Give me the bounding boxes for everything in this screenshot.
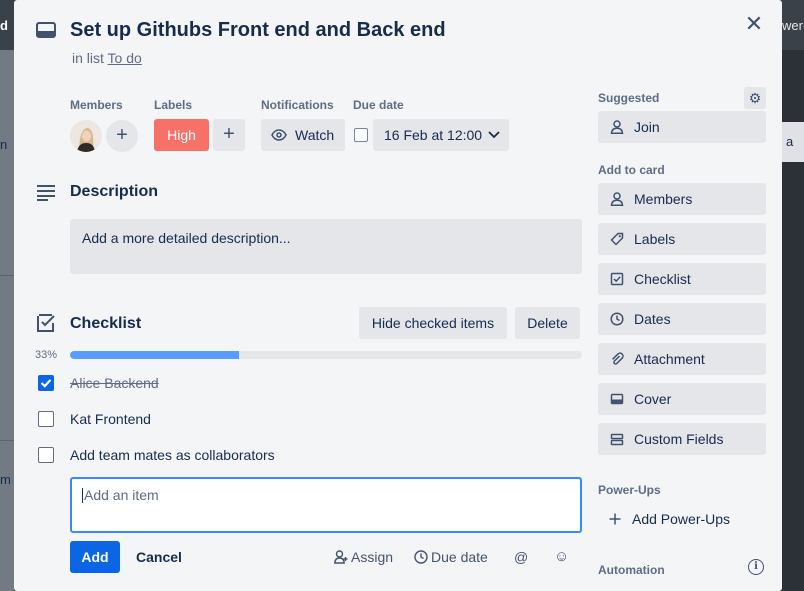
add-member-button[interactable]: + xyxy=(106,120,138,152)
delete-checklist-button[interactable]: Delete xyxy=(515,307,580,339)
clock-icon xyxy=(610,312,624,326)
list-link[interactable]: To do xyxy=(108,50,142,66)
checklist-item-checkbox[interactable] xyxy=(38,447,54,463)
item-due-date-label: Due date xyxy=(431,549,488,565)
mention-button[interactable]: @ xyxy=(514,549,528,565)
emoji-icon: ☺ xyxy=(554,548,570,565)
checklist-title: Checklist xyxy=(70,315,142,332)
assign-button[interactable]: Assign xyxy=(334,549,393,565)
chevron-down-icon xyxy=(488,131,500,139)
eye-icon xyxy=(271,129,287,141)
members-label: Members xyxy=(70,98,123,112)
board-left-header: d xyxy=(0,0,14,50)
card-title[interactable]: Set up Githubs Front end and Back end xyxy=(70,19,446,42)
check-icon xyxy=(40,379,52,388)
sidebar-cover-button[interactable]: Cover xyxy=(598,383,766,415)
item-due-date-button[interactable]: Due date xyxy=(414,549,488,565)
checklist-icon xyxy=(610,272,624,286)
gear-icon[interactable]: ⚙ xyxy=(744,87,766,109)
person-icon xyxy=(610,120,624,134)
description-title: Description xyxy=(70,183,159,200)
board-left-snippet: n xyxy=(0,137,8,152)
add-label-button[interactable]: + xyxy=(213,119,245,151)
at-sign-icon: @ xyxy=(514,549,529,565)
suggested-label: Suggested xyxy=(598,91,660,105)
sidebar-members-button[interactable]: Members xyxy=(598,183,766,215)
join-label: Join xyxy=(634,119,660,135)
checklist-item[interactable]: Kat Frontend xyxy=(70,411,151,427)
plus-icon xyxy=(609,513,621,525)
sidebar-checklist-button[interactable]: Checklist xyxy=(598,263,766,295)
watch-button[interactable]: Watch xyxy=(261,119,345,151)
watch-label: Watch xyxy=(295,127,335,143)
board-right-list xyxy=(782,0,804,591)
board-right-card: a xyxy=(782,122,804,162)
automation-label: Automation xyxy=(598,563,665,577)
tag-icon xyxy=(610,232,624,246)
join-button[interactable]: Join xyxy=(598,111,766,143)
checklist-icon xyxy=(37,314,55,332)
custom-fields-icon xyxy=(610,433,624,446)
clock-icon xyxy=(414,550,428,564)
due-date-checkbox[interactable] xyxy=(354,128,368,142)
due-date-value: 16 Feb at 12:00 xyxy=(384,127,483,143)
description-field[interactable]: Add a more detailed description... xyxy=(70,219,582,274)
info-icon[interactable]: i xyxy=(748,559,764,575)
due-date-button[interactable]: 16 Feb at 12:00 xyxy=(373,119,509,151)
board-left-snippet: m xyxy=(0,472,11,487)
power-ups-label: Power-Ups xyxy=(598,483,661,497)
avatar[interactable] xyxy=(70,120,102,152)
paperclip-icon xyxy=(612,352,624,365)
progress-bar xyxy=(70,351,582,359)
checklist-item[interactable]: Add team mates as collaborators xyxy=(70,447,275,463)
emoji-button[interactable]: ☺ xyxy=(554,548,569,565)
sidebar-custom-fields-button[interactable]: Custom Fields xyxy=(598,423,766,455)
label-high[interactable]: High xyxy=(154,119,209,151)
board-left-list xyxy=(0,0,14,591)
checklist-item[interactable]: Alice Backend xyxy=(70,375,159,391)
description-icon xyxy=(37,185,55,201)
card-icon xyxy=(36,22,56,38)
sidebar-attachment-button[interactable]: Attachment xyxy=(598,343,766,375)
add-item-button[interactable]: Add xyxy=(70,541,120,573)
board-right-header: wer- xyxy=(782,0,804,50)
checklist-item-checkbox[interactable] xyxy=(38,375,54,391)
sidebar-dates-button[interactable]: Dates xyxy=(598,303,766,335)
add-to-card-label: Add to card xyxy=(598,163,665,177)
add-person-icon xyxy=(334,550,348,564)
cover-icon xyxy=(610,393,624,405)
close-icon[interactable]: ✕ xyxy=(742,12,766,36)
add-power-ups-button[interactable]: Add Power-Ups xyxy=(598,503,766,535)
labels-label: Labels xyxy=(154,98,193,112)
due-date-label: Due date xyxy=(353,98,404,112)
add-item-input[interactable]: Add an item xyxy=(70,477,582,533)
in-list-text: in list To do xyxy=(72,50,142,66)
progress-percent: 33% xyxy=(35,349,58,361)
progress-fill xyxy=(70,351,239,359)
card-detail-modal: ✕ Set up Githubs Front end and Back end … xyxy=(14,0,782,591)
person-icon xyxy=(610,192,624,206)
notifications-label: Notifications xyxy=(261,98,334,112)
checklist-item-checkbox[interactable] xyxy=(38,411,54,427)
hide-checked-items-button[interactable]: Hide checked items xyxy=(359,307,507,339)
sidebar-labels-button[interactable]: Labels xyxy=(598,223,766,255)
assign-label: Assign xyxy=(351,549,394,565)
cancel-button[interactable]: Cancel xyxy=(136,549,182,565)
